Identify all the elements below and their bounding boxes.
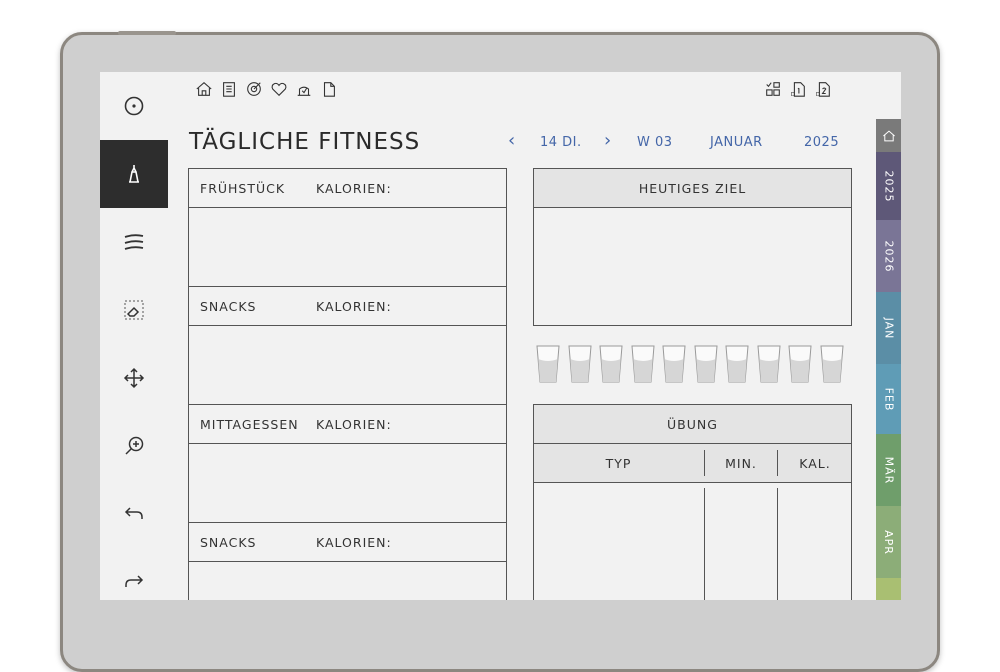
divider [188, 522, 507, 523]
tab-2026[interactable]: 2026 [876, 220, 901, 292]
next-day-arrow[interactable]: › [604, 130, 611, 151]
screen: D D TÄGLICHE FITNESS ‹ 14 DI. › W 03 JAN… [100, 72, 901, 600]
zoom-tool[interactable] [100, 412, 168, 480]
page-icon[interactable] [320, 80, 338, 98]
meal-name: SNACKS [200, 535, 257, 550]
divider [188, 325, 507, 326]
svg-text:D: D [791, 92, 795, 98]
undo-tool[interactable] [100, 480, 168, 548]
goal-header: HEUTIGES ZIEL [638, 181, 747, 196]
page-title: TÄGLICHE FITNESS [189, 129, 421, 155]
water-cup-icon[interactable] [756, 345, 781, 383]
home-icon[interactable] [195, 80, 213, 98]
water-cup-icon[interactable] [630, 345, 655, 383]
exercise-col-type: TYP [605, 456, 632, 471]
eraser-tool[interactable] [100, 276, 168, 344]
exercise-header: ÜBUNG [667, 417, 718, 432]
redo-icon [125, 575, 144, 587]
exercise-box [533, 404, 852, 600]
side-tabs: 2025 2026 JAN FEB MÄR APR [876, 72, 901, 600]
pen-thickness-icon [124, 234, 144, 250]
pen-tool[interactable] [100, 140, 168, 208]
move-tool[interactable] [100, 344, 168, 412]
redo-tool[interactable] [100, 548, 168, 600]
tab-label: APR [882, 529, 895, 555]
tab-mar[interactable]: MÄR [876, 434, 901, 506]
water-cup-icon[interactable] [693, 345, 718, 383]
home-icon [882, 129, 895, 141]
water-cup-icon[interactable] [788, 345, 812, 383]
pen-icon [129, 165, 139, 183]
year-link[interactable]: 2025 [804, 135, 839, 150]
divider [533, 443, 852, 444]
meal-name: SNACKS [200, 299, 257, 314]
page-2-icon[interactable]: D [814, 80, 832, 98]
circle-dot-tool[interactable] [100, 72, 168, 140]
tab-jan[interactable]: JAN [876, 292, 901, 364]
water-cup-icon[interactable] [599, 345, 623, 383]
tab-label: FEB [881, 387, 895, 411]
target-icon[interactable] [245, 80, 263, 98]
exercise-col-kal: KAL. [799, 456, 831, 471]
checklist-icon[interactable] [764, 80, 782, 98]
clipboard-icon[interactable] [220, 80, 238, 98]
exercise-col-min: MIN. [725, 456, 757, 471]
eraser-icon [124, 300, 144, 320]
tab-feb[interactable]: FEB [876, 364, 901, 434]
divider [188, 561, 507, 562]
tab-label: 2025 [882, 170, 895, 202]
divider [188, 286, 507, 287]
meal-calories-label: KALORIEN: [316, 417, 392, 432]
meal-calories-label: KALORIEN: [316, 181, 392, 196]
column-divider [777, 488, 778, 600]
water-cup-icon[interactable] [725, 345, 749, 383]
top-icons-left [195, 80, 338, 102]
divider [188, 443, 507, 444]
heart-icon[interactable] [270, 80, 288, 98]
meal-name: MITTAGESSEN [200, 417, 299, 432]
meal-calories-label: KALORIEN: [316, 535, 392, 550]
tab-label: 2026 [882, 240, 895, 272]
undo-icon [124, 507, 143, 519]
tab-next[interactable] [876, 578, 901, 600]
tab-apr[interactable]: APR [876, 506, 901, 578]
meal-name: FRÜHSTÜCK [200, 181, 286, 196]
tab-home[interactable] [876, 119, 901, 152]
tab-2025[interactable]: 2025 [876, 152, 901, 220]
meal-calories-label: KALORIEN: [316, 299, 392, 314]
tab-label: MÄR [882, 456, 896, 484]
water-cup-icon[interactable] [819, 345, 844, 383]
divider [188, 404, 507, 405]
tab-label: JAN [882, 317, 895, 339]
water-cup-icon[interactable] [567, 345, 592, 383]
water-tracker [536, 345, 844, 383]
column-divider [704, 488, 705, 600]
page-1-icon[interactable]: D [789, 80, 807, 98]
zoom-icon [125, 436, 144, 455]
circle-dot-icon [124, 96, 144, 116]
top-icons-right: D D [764, 80, 832, 102]
prev-day-arrow[interactable]: ‹ [508, 130, 515, 151]
device-button [118, 31, 176, 35]
day-link[interactable]: 14 DI. [540, 135, 582, 150]
scale-icon[interactable] [295, 80, 313, 98]
month-link[interactable]: JANUAR [710, 135, 763, 150]
left-toolbar [100, 72, 168, 600]
pen-thickness-tool[interactable] [100, 208, 168, 276]
divider [533, 207, 852, 208]
divider [188, 207, 507, 208]
water-cup-icon[interactable] [536, 345, 560, 383]
divider [533, 482, 852, 483]
water-cup-icon[interactable] [662, 345, 686, 383]
week-link[interactable]: W 03 [637, 135, 673, 150]
move-icon [123, 367, 145, 389]
svg-text:D: D [816, 92, 820, 98]
